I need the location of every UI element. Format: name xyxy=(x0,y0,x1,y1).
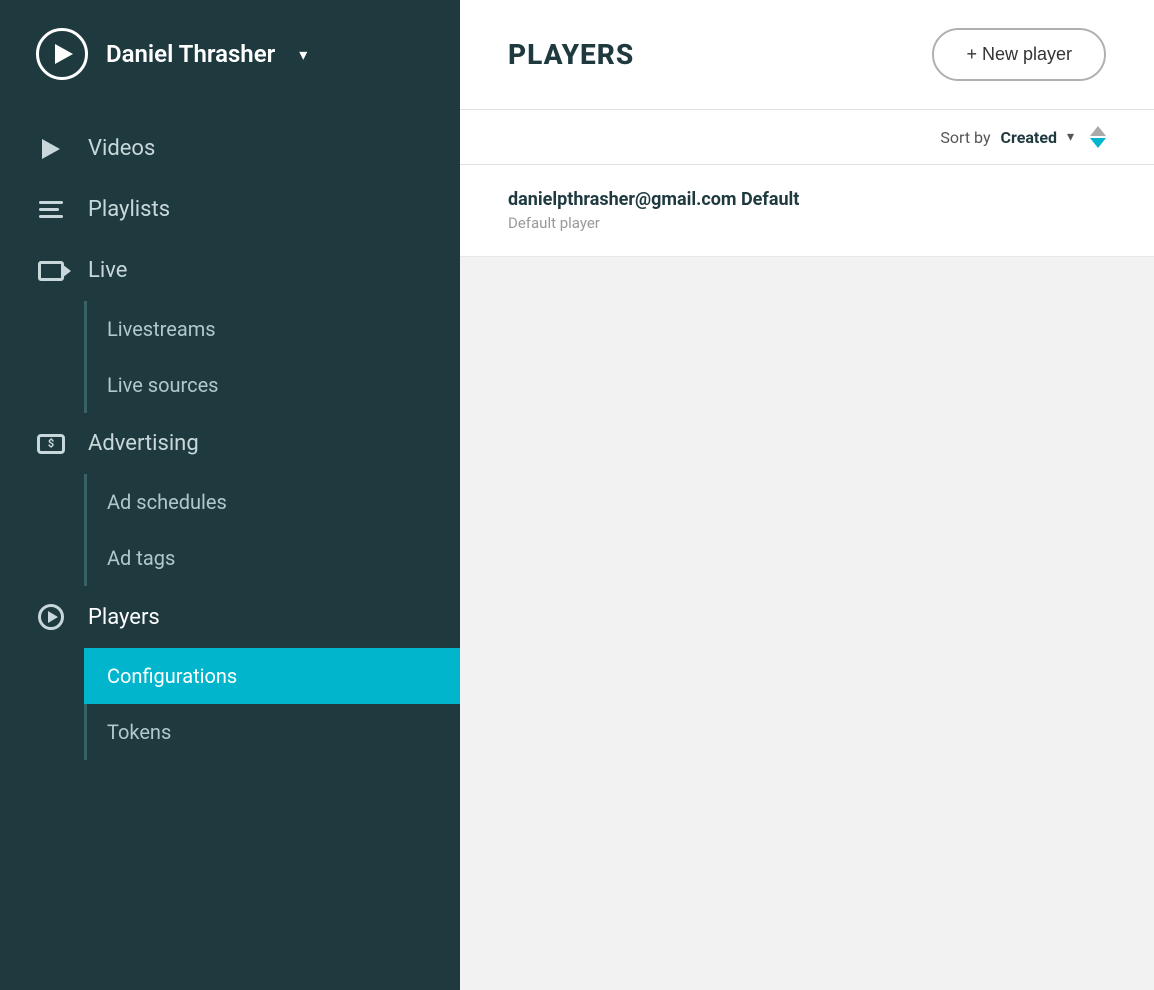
page-title: PLAYERS xyxy=(508,38,634,71)
advertising-subnav: Ad schedules Ad tags xyxy=(84,474,460,586)
sidebar-item-live-sources[interactable]: Live sources xyxy=(87,357,460,413)
sidebar-item-ad-tags[interactable]: Ad tags xyxy=(87,530,460,586)
live-icon xyxy=(36,261,66,281)
sidebar-item-live[interactable]: Live xyxy=(0,240,460,301)
sidebar-item-live-label: Live xyxy=(88,258,127,283)
new-player-button[interactable]: + New player xyxy=(932,28,1106,81)
advertising-icon: $ xyxy=(36,434,66,454)
main-header: PLAYERS + New player xyxy=(460,0,1154,110)
sort-ascending-icon xyxy=(1090,126,1106,136)
sidebar: Daniel Thrasher ▾ Videos Playlists xyxy=(0,0,460,990)
main-content: PLAYERS + New player Sort by Created ▾ d… xyxy=(460,0,1154,990)
sidebar-nav: Videos Playlists Live Livestreams Live s… xyxy=(0,108,460,770)
sidebar-item-ad-schedules[interactable]: Ad schedules xyxy=(87,474,460,530)
table-row[interactable]: danielpthrasher@gmail.com Default Defaul… xyxy=(460,165,1154,257)
play-icon xyxy=(36,139,66,159)
sort-descending-icon xyxy=(1090,138,1106,148)
player-description: Default player xyxy=(508,214,1106,232)
sort-label: Sort by xyxy=(940,128,990,147)
nav-section-advertising: $ Advertising Ad schedules Ad tags xyxy=(0,413,460,586)
user-menu-chevron: ▾ xyxy=(299,45,307,64)
sort-order-toggle[interactable] xyxy=(1090,126,1106,148)
live-subnav: Livestreams Live sources xyxy=(84,301,460,413)
player-name: danielpthrasher@gmail.com Default xyxy=(508,189,1106,210)
logo-icon xyxy=(36,28,88,80)
nav-section-live: Live Livestreams Live sources xyxy=(0,240,460,413)
sidebar-item-livestreams[interactable]: Livestreams xyxy=(87,301,460,357)
players-icon xyxy=(36,604,66,630)
sort-bar: Sort by Created ▾ xyxy=(460,110,1154,165)
sidebar-item-videos-label: Videos xyxy=(88,136,155,161)
player-list: danielpthrasher@gmail.com Default Defaul… xyxy=(460,165,1154,257)
play-triangle xyxy=(55,44,73,64)
sidebar-item-tokens[interactable]: Tokens xyxy=(87,704,460,760)
playlists-icon xyxy=(36,201,66,218)
sidebar-item-players[interactable]: Players xyxy=(0,586,460,648)
sidebar-item-players-label: Players xyxy=(88,605,160,630)
sidebar-item-playlists[interactable]: Playlists xyxy=(0,179,460,240)
user-name: Daniel Thrasher xyxy=(106,40,275,68)
sort-chevron-icon[interactable]: ▾ xyxy=(1067,129,1074,145)
user-menu[interactable]: Daniel Thrasher ▾ xyxy=(0,0,460,108)
nav-section-players: Players Configurations Tokens xyxy=(0,586,460,760)
sidebar-item-videos[interactable]: Videos xyxy=(0,118,460,179)
players-subnav: Configurations Tokens xyxy=(84,648,460,760)
sidebar-item-playlists-label: Playlists xyxy=(88,197,170,222)
sidebar-item-advertising[interactable]: $ Advertising xyxy=(0,413,460,474)
sidebar-item-advertising-label: Advertising xyxy=(88,431,199,456)
sort-value: Created xyxy=(1001,128,1057,147)
sidebar-item-configurations[interactable]: Configurations xyxy=(84,648,460,704)
